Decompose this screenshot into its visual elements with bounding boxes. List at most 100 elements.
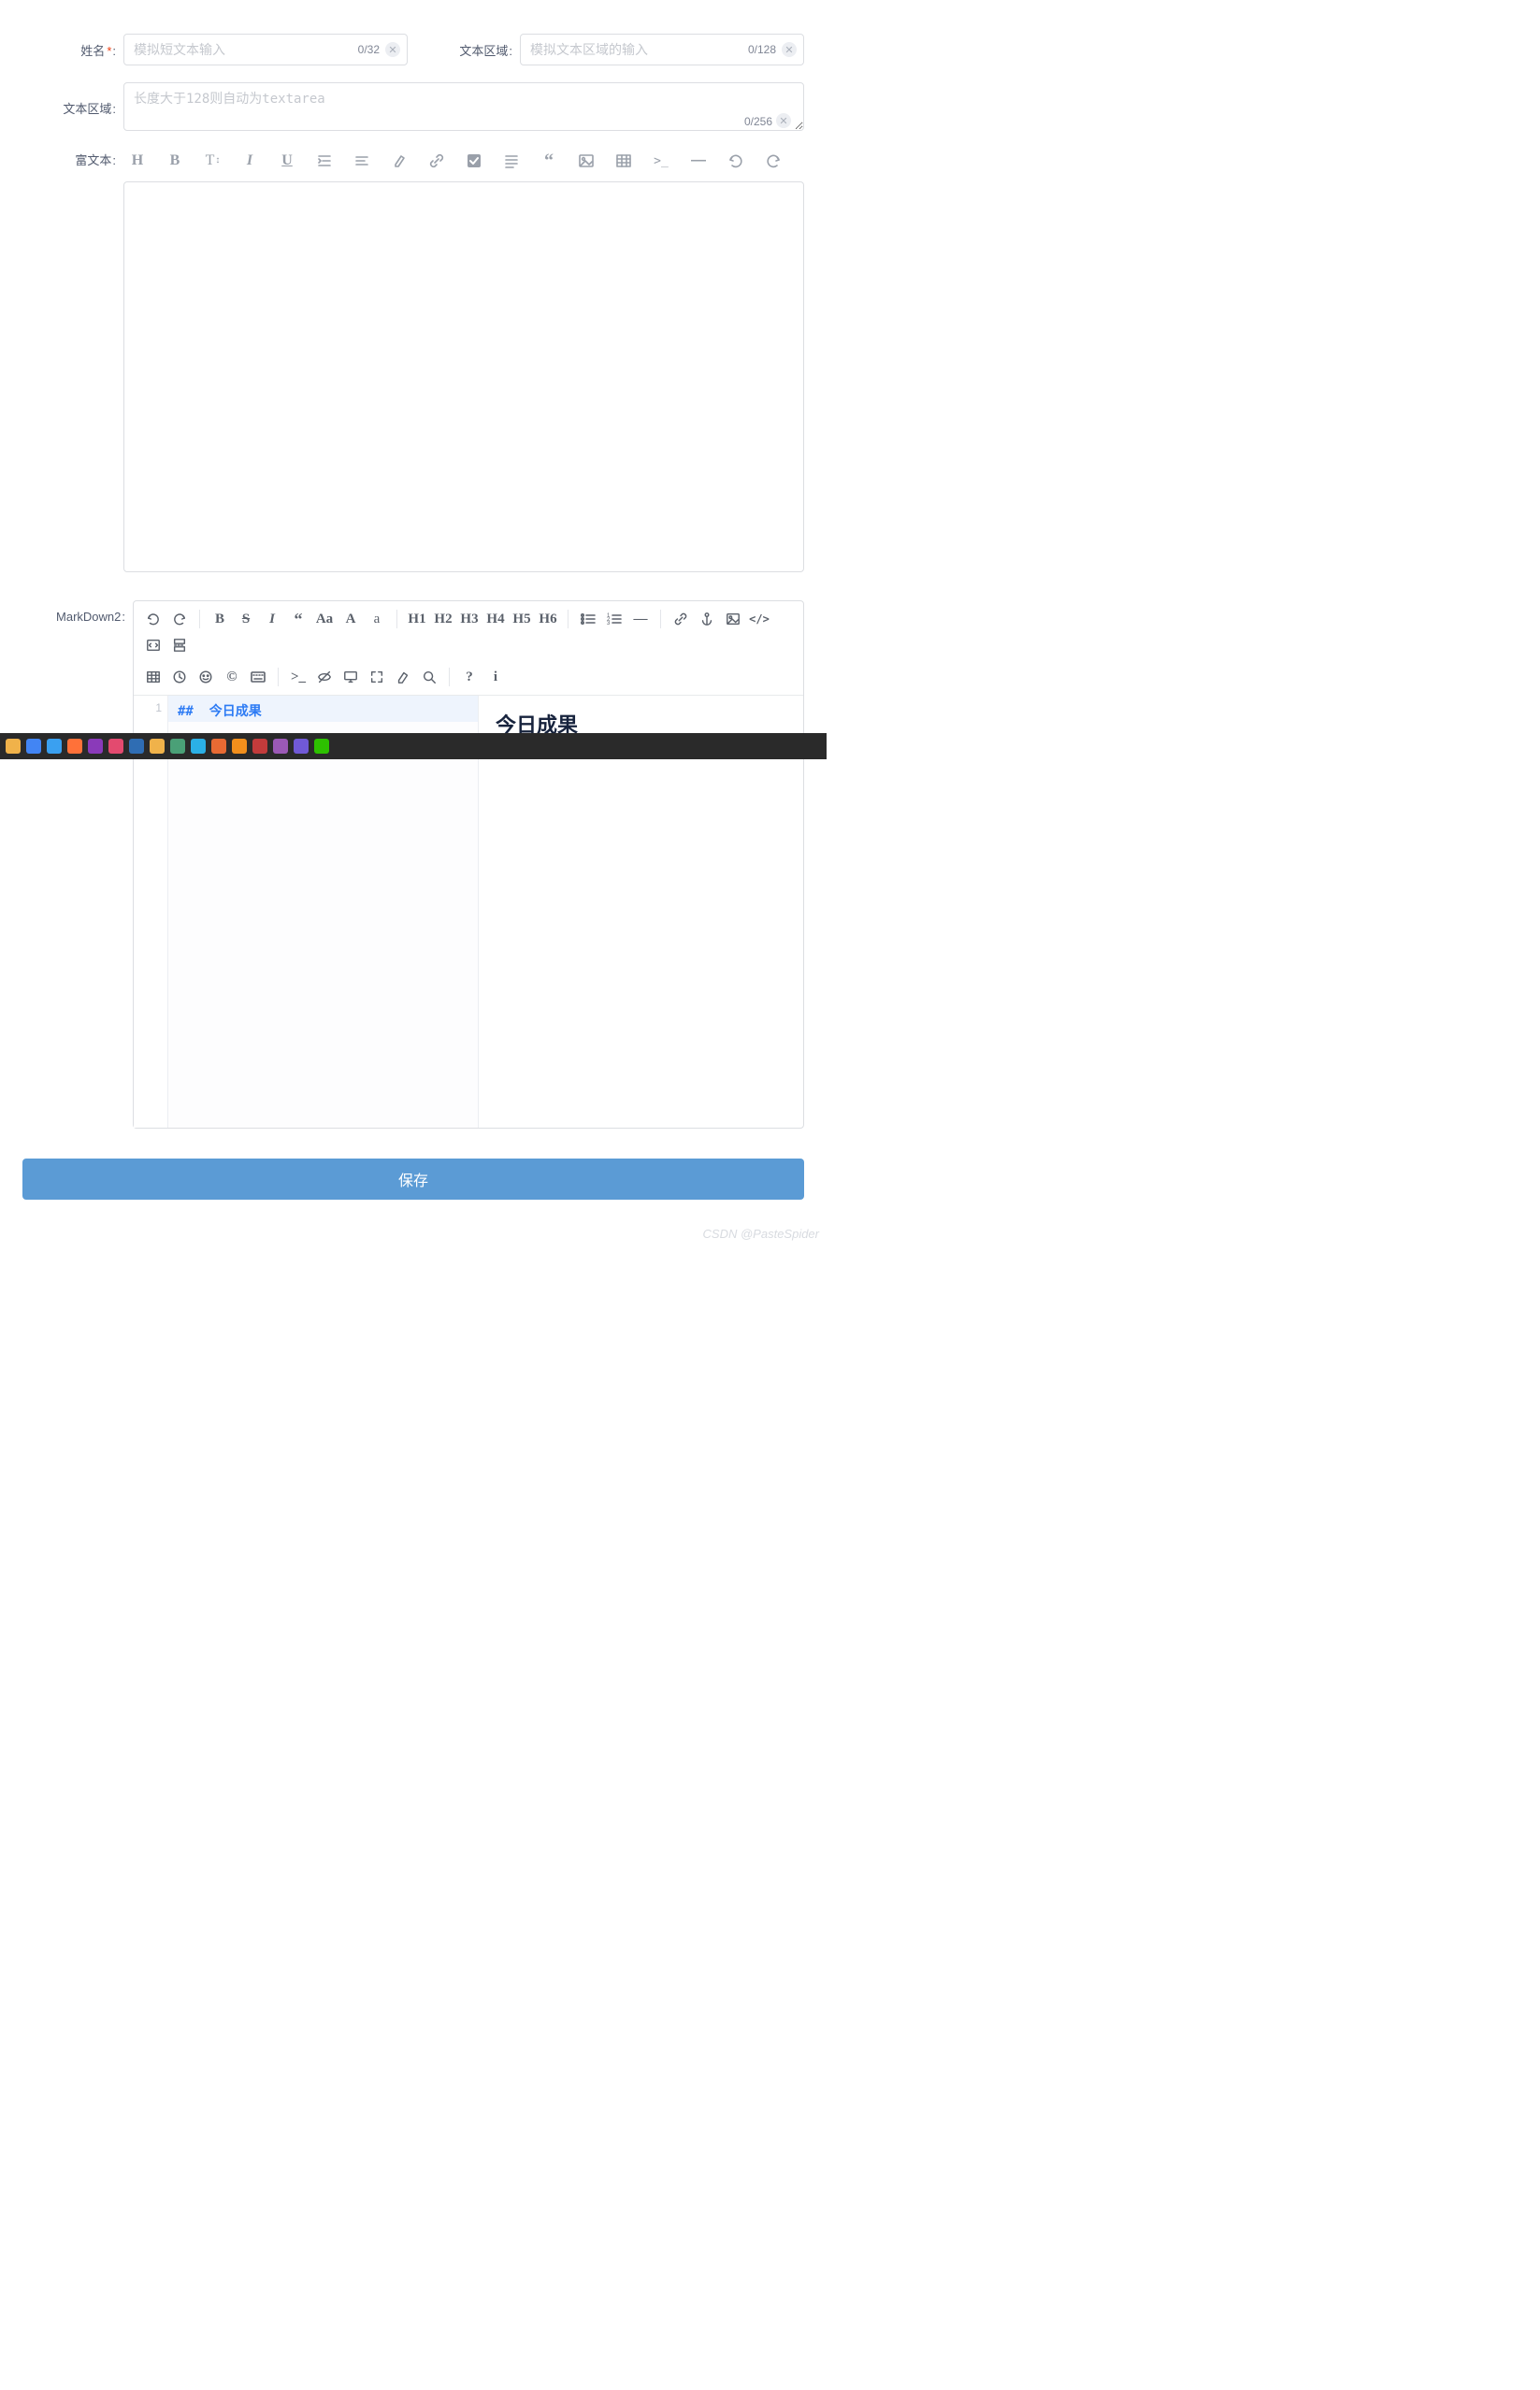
form-row-1: 姓名*: 0/32 ✕ 文本区域: 0/128 ✕	[2, 28, 825, 77]
app-n-icon[interactable]	[88, 739, 103, 754]
save-row: 保存	[2, 1149, 825, 1209]
undo-icon[interactable]	[726, 151, 746, 171]
app-gear-icon[interactable]	[170, 739, 185, 754]
code-icon[interactable]: >_	[651, 151, 671, 171]
link-icon[interactable]	[669, 607, 693, 631]
required-asterisk-icon: *	[107, 44, 111, 58]
toolbar-separator	[660, 610, 661, 628]
label-textarea-short: 文本区域:	[419, 41, 520, 59]
firefox-icon[interactable]	[67, 739, 82, 754]
bold-icon[interactable]: B	[208, 607, 232, 631]
clear-icon[interactable]: ✕	[776, 113, 791, 128]
label-richtext: 富文本:	[22, 145, 123, 572]
vscode-icon[interactable]	[47, 739, 62, 754]
richtext-editor[interactable]	[123, 181, 804, 572]
search-icon[interactable]	[417, 665, 441, 689]
undo-icon[interactable]	[141, 607, 166, 631]
app-w-icon[interactable]	[252, 739, 267, 754]
table-icon[interactable]	[613, 151, 634, 171]
toolbar-separator	[396, 610, 397, 628]
font-lower-icon[interactable]: a	[365, 607, 389, 631]
image-icon[interactable]	[576, 151, 597, 171]
font-size-icon[interactable]: Aa	[312, 607, 337, 631]
h2-icon[interactable]: H2	[431, 607, 455, 631]
h1-icon[interactable]: H1	[405, 607, 429, 631]
page-break-icon[interactable]	[167, 633, 192, 657]
ul-icon[interactable]	[576, 607, 600, 631]
image-icon[interactable]	[721, 607, 745, 631]
label-textarea-long: 文本区域:	[22, 99, 123, 117]
markdown-gutter: 1	[134, 696, 168, 1128]
italic-icon[interactable]: I	[239, 151, 260, 171]
align-icon[interactable]	[352, 151, 372, 171]
heading-icon[interactable]: H	[127, 151, 148, 171]
underline-icon[interactable]: U	[277, 151, 297, 171]
eraser-icon[interactable]	[391, 665, 415, 689]
redo-icon[interactable]	[763, 151, 784, 171]
checkbox-icon[interactable]	[464, 151, 484, 171]
italic-icon[interactable]: I	[260, 607, 284, 631]
h4-icon[interactable]: H4	[483, 607, 508, 631]
app-v-icon[interactable]	[108, 739, 123, 754]
preview-toggle-icon[interactable]	[312, 665, 337, 689]
watermark: CSDN @PasteSpider	[703, 1227, 819, 1241]
hr-icon[interactable]: —	[688, 151, 709, 171]
hr-icon[interactable]: —	[628, 607, 653, 631]
h6-icon[interactable]: H6	[536, 607, 560, 631]
emoji-icon[interactable]	[194, 665, 218, 689]
quote-icon[interactable]: “	[539, 151, 559, 171]
app-red-icon[interactable]	[211, 739, 226, 754]
app-teal-icon[interactable]	[294, 739, 309, 754]
ol-icon[interactable]: 123	[602, 607, 626, 631]
redo-icon[interactable]	[167, 607, 192, 631]
clock-icon[interactable]	[167, 665, 192, 689]
strike-icon[interactable]: S	[234, 607, 258, 631]
font-upper-icon[interactable]: A	[338, 607, 363, 631]
photoshop-icon[interactable]	[129, 739, 144, 754]
markdown-body: 1 ## 今日成果 今日成果	[134, 696, 803, 1128]
quote-icon[interactable]: “	[286, 607, 310, 631]
chrome-icon[interactable]	[26, 739, 41, 754]
help-icon[interactable]: ?	[457, 665, 482, 689]
toolbar-separator	[278, 668, 279, 686]
toolbar-separator	[449, 668, 450, 686]
line-number: 1	[134, 701, 162, 714]
markdown-source[interactable]: ## 今日成果	[168, 696, 479, 1128]
app-purple-icon[interactable]	[273, 739, 288, 754]
anchor-icon[interactable]	[695, 607, 719, 631]
file-explorer-icon[interactable]	[6, 739, 21, 754]
name-counter: 0/32	[358, 43, 380, 56]
copyright-icon[interactable]: ©	[220, 665, 244, 689]
wechat-icon[interactable]	[314, 739, 329, 754]
app-yellow-icon[interactable]	[150, 739, 165, 754]
terminal-icon[interactable]: >_	[286, 665, 310, 689]
field-textarea-short: 文本区域: 0/128 ✕	[419, 34, 804, 65]
edge-icon[interactable]	[191, 739, 206, 754]
h5-icon[interactable]: H5	[510, 607, 534, 631]
app-orange-icon[interactable]	[232, 739, 247, 754]
code-icon[interactable]: </>	[747, 607, 771, 631]
fullscreen-icon[interactable]	[365, 665, 389, 689]
monitor-icon[interactable]	[338, 665, 363, 689]
richtext-toolbar: H B T↕ I U “ >_ —	[123, 145, 804, 181]
font-size-icon[interactable]: T↕	[202, 151, 223, 171]
paragraph-icon[interactable]	[501, 151, 522, 171]
textarea-long-counter: 0/256	[744, 115, 772, 128]
field-textarea-long: 文本区域: 0/256 ✕	[22, 82, 804, 134]
clear-icon[interactable]: ✕	[782, 42, 797, 57]
bold-icon[interactable]: B	[165, 151, 185, 171]
highlight-icon[interactable]	[389, 151, 410, 171]
code-block-icon[interactable]	[141, 633, 166, 657]
toolbar-separator	[199, 610, 200, 628]
indent-icon[interactable]	[314, 151, 335, 171]
svg-text:3: 3	[607, 621, 611, 626]
textarea-long-input[interactable]	[123, 82, 804, 131]
link-icon[interactable]	[426, 151, 447, 171]
h3-icon[interactable]: H3	[457, 607, 482, 631]
clear-icon[interactable]: ✕	[385, 42, 400, 57]
keyboard-icon[interactable]	[246, 665, 270, 689]
save-button[interactable]: 保存	[22, 1159, 804, 1200]
info-icon[interactable]: i	[483, 665, 508, 689]
textarea-short-counter: 0/128	[748, 43, 776, 56]
table-icon[interactable]	[141, 665, 166, 689]
